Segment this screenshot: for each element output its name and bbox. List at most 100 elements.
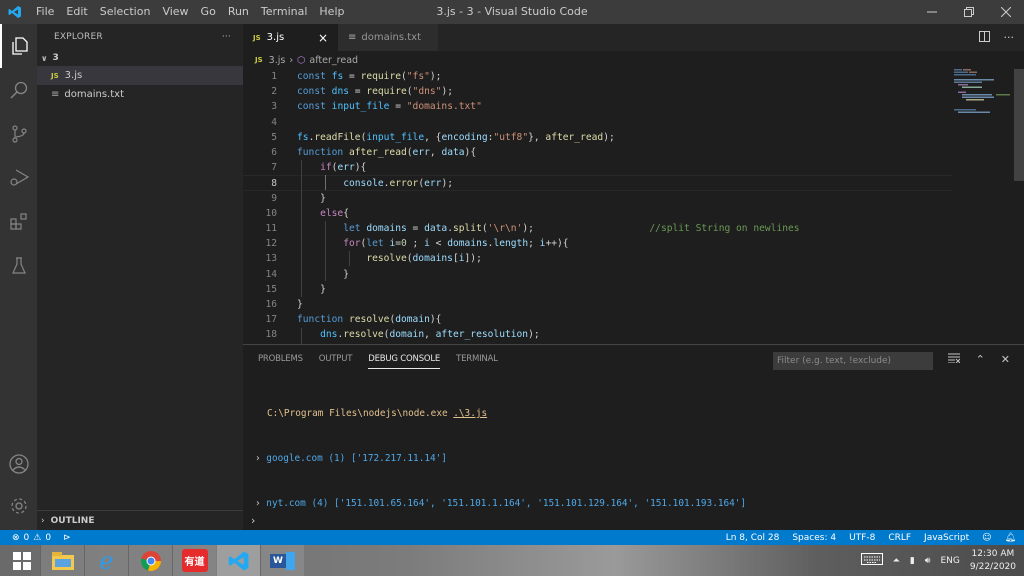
- code-editor[interactable]: 1 const fs = require("fs"); 2 const dns = r…: [243, 69, 1024, 344]
- internet-explorer-icon[interactable]: e: [84, 545, 128, 576]
- run-debug-icon[interactable]: [0, 156, 37, 200]
- word-label: W: [270, 553, 286, 568]
- error-count[interactable]: 0: [24, 533, 30, 543]
- code-line[interactable]: 17 function resolve(domain){: [243, 312, 953, 327]
- minimap[interactable]: [952, 69, 1012, 344]
- warnings-icon[interactable]: ⚠: [33, 533, 41, 543]
- source-control-icon[interactable]: [0, 112, 37, 156]
- minimize-button[interactable]: [913, 0, 950, 24]
- word-icon[interactable]: W: [260, 545, 304, 576]
- code-line[interactable]: 15 }: [243, 282, 953, 297]
- code-line[interactable]: 10 else{: [243, 206, 953, 221]
- expand-arrow-icon[interactable]: ›: [255, 498, 266, 509]
- script-link[interactable]: .\3.js: [453, 408, 487, 419]
- menu-run[interactable]: Run: [222, 0, 255, 24]
- panel-tab-problems[interactable]: PROBLEMS: [258, 354, 303, 369]
- code-line[interactable]: 1 const fs = require("fs");: [243, 69, 953, 84]
- menu-edit[interactable]: Edit: [60, 0, 93, 24]
- close-tab-icon[interactable]: ×: [318, 31, 328, 45]
- vscode-taskbar-icon[interactable]: [216, 545, 260, 576]
- input-language[interactable]: ENG: [940, 556, 959, 566]
- chrome-icon[interactable]: [128, 545, 172, 576]
- explorer-icon[interactable]: [0, 24, 37, 68]
- windows-start-icon[interactable]: [0, 545, 44, 576]
- code-text: let domains = data.split('\r\n'); //spli…: [343, 223, 800, 234]
- settings-gear-icon[interactable]: [0, 484, 37, 528]
- panel-tab-output[interactable]: OUTPUT: [319, 354, 353, 369]
- tab-domains-txt[interactable]: ≡ domains.txt: [338, 24, 438, 51]
- extensions-icon[interactable]: [0, 200, 37, 244]
- code-line[interactable]: 6 function after_read(err, data){: [243, 145, 953, 160]
- code-line[interactable]: 11 let domains = data.split('\r\n'); //s…: [243, 221, 953, 236]
- code-line[interactable]: 12 for(let i=0 ; i < domains.length; i++…: [243, 236, 953, 251]
- close-panel-icon[interactable]: ✕: [1001, 353, 1010, 366]
- clock[interactable]: 12:30 AM 9/22/2020: [970, 548, 1016, 574]
- code-line[interactable]: 5 fs.readFile(input_file, {encoding:"utf8…: [243, 130, 953, 145]
- code-line[interactable]: 2 const dns = require("dns");: [243, 84, 953, 99]
- menu-help[interactable]: Help: [313, 0, 350, 24]
- search-icon[interactable]: [0, 68, 37, 112]
- tab-3js[interactable]: JS 3.js ×: [243, 24, 338, 51]
- breadcrumb-file[interactable]: 3.js: [269, 55, 286, 66]
- menu-terminal[interactable]: Terminal: [255, 0, 314, 24]
- debug-status-icon[interactable]: ⊳: [63, 533, 71, 543]
- system-tray: ⏶ ▮ 🔊︎ ENG 12:30 AM 9/22/2020: [860, 545, 1016, 576]
- vscode-logo-icon: [0, 0, 30, 24]
- panel-tab-terminal[interactable]: TERMINAL: [456, 354, 498, 369]
- youdao-label: 有道: [181, 549, 208, 572]
- volume-icon[interactable]: 🔊︎: [925, 556, 931, 566]
- outline-section[interactable]: › OUTLINE: [37, 510, 243, 530]
- expand-arrow-icon[interactable]: ›: [255, 453, 266, 464]
- menu-selection[interactable]: Selection: [94, 0, 157, 24]
- code-line[interactable]: 7 if(err){: [243, 160, 953, 175]
- code-line[interactable]: 18 dns.resolve(domain, after_resolution)…: [243, 327, 953, 342]
- clear-console-icon[interactable]: [947, 353, 960, 366]
- code-line[interactable]: 3 const input_file = "domains.txt": [243, 99, 953, 114]
- editor-scrollbar[interactable]: [1014, 69, 1024, 181]
- errors-icon[interactable]: ⊗: [12, 533, 20, 543]
- warning-count[interactable]: 0: [45, 533, 51, 543]
- console-filter-input[interactable]: Filter (e.g. text, !exclude): [773, 352, 933, 370]
- code-line[interactable]: 9 }: [243, 191, 953, 206]
- code-line[interactable]: 8 console.error(err);: [243, 175, 953, 191]
- file-item-3js[interactable]: JS 3.js: [37, 66, 243, 85]
- line-number: 15: [265, 283, 277, 295]
- cursor-position[interactable]: Ln 8, Col 28: [726, 533, 780, 543]
- split-editor-icon[interactable]: [978, 30, 990, 45]
- indentation[interactable]: Spaces: 4: [792, 533, 836, 543]
- console-input-prompt[interactable]: ›: [251, 514, 255, 527]
- more-actions-button[interactable]: ···: [1004, 31, 1015, 44]
- folder-3[interactable]: ∨ 3: [37, 50, 243, 66]
- breadcrumb-symbol[interactable]: after_read: [309, 55, 358, 66]
- file-item-domains-txt[interactable]: ≡ domains.txt: [37, 85, 243, 104]
- file-name: 3.js: [64, 70, 83, 81]
- show-hidden-icons-icon[interactable]: ⏶: [893, 556, 900, 566]
- power-icon[interactable]: ▮: [910, 556, 915, 566]
- menu-go[interactable]: Go: [195, 0, 222, 24]
- end-of-line[interactable]: CRLF: [888, 533, 911, 543]
- language-mode[interactable]: JavaScript: [924, 533, 969, 543]
- notifications-bell-icon[interactable]: 🔔︎: [1005, 533, 1016, 543]
- maximize-panel-icon[interactable]: ⌃: [976, 353, 985, 366]
- encoding[interactable]: UTF-8: [849, 533, 875, 543]
- debug-console-output: C:\Program Files\nodejs\node.exe .\3.js …: [255, 376, 746, 541]
- close-window-button[interactable]: [987, 0, 1024, 24]
- youdao-dict-icon[interactable]: 有道: [172, 545, 216, 576]
- code-line[interactable]: 4: [243, 115, 953, 130]
- activity-bar: [0, 24, 37, 530]
- restore-button[interactable]: [950, 0, 987, 24]
- menu-file[interactable]: File: [30, 0, 60, 24]
- file-explorer-icon[interactable]: [40, 545, 84, 576]
- panel-tab-debug-console[interactable]: DEBUG CONSOLE: [368, 354, 440, 369]
- touch-keyboard-icon[interactable]: [860, 553, 883, 568]
- account-icon[interactable]: [0, 442, 37, 486]
- js-file-icon: JS: [51, 71, 59, 80]
- code-line[interactable]: 14 }: [243, 267, 953, 282]
- clock-date: 9/22/2020: [969, 561, 1016, 572]
- testing-flask-icon[interactable]: [0, 244, 37, 288]
- menu-view[interactable]: View: [156, 0, 194, 24]
- feedback-icon[interactable]: ☺: [982, 533, 991, 543]
- code-line[interactable]: 16}: [243, 297, 953, 312]
- line-number: 18: [265, 329, 277, 341]
- explorer-more-button[interactable]: ···: [222, 32, 231, 42]
